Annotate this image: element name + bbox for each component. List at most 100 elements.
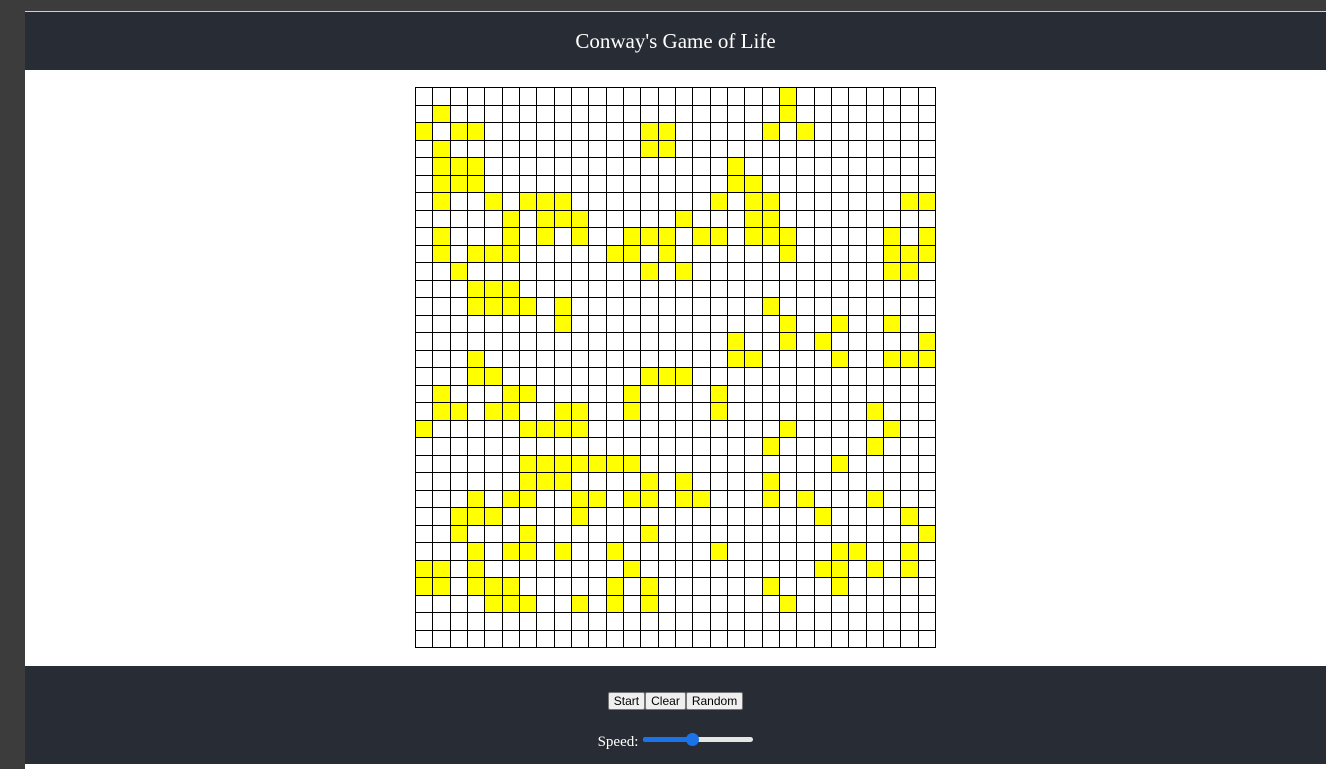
- grid-cell[interactable]: [676, 228, 694, 246]
- grid-cell[interactable]: [832, 315, 850, 333]
- grid-cell[interactable]: [814, 333, 832, 351]
- grid-cell[interactable]: [797, 280, 815, 298]
- grid-cell[interactable]: [797, 315, 815, 333]
- grid-cell[interactable]: [658, 490, 676, 508]
- grid-cell[interactable]: [762, 455, 780, 473]
- grid-cell[interactable]: [520, 333, 538, 351]
- grid-cell[interactable]: [624, 368, 642, 386]
- grid-cell[interactable]: [797, 525, 815, 543]
- grid-cell[interactable]: [537, 508, 555, 526]
- grid-cell[interactable]: [641, 455, 659, 473]
- grid-cell[interactable]: [416, 280, 434, 298]
- grid-cell[interactable]: [814, 280, 832, 298]
- grid-cell[interactable]: [433, 560, 451, 578]
- grid-cell[interactable]: [502, 473, 520, 491]
- grid-cell[interactable]: [520, 140, 538, 158]
- grid-cell[interactable]: [537, 560, 555, 578]
- grid-cell[interactable]: [641, 245, 659, 263]
- grid-cell[interactable]: [901, 140, 919, 158]
- grid-cell[interactable]: [745, 525, 763, 543]
- grid-cell[interactable]: [554, 280, 572, 298]
- grid-cell[interactable]: [450, 315, 468, 333]
- grid-cell[interactable]: [676, 315, 694, 333]
- grid-cell[interactable]: [710, 543, 728, 561]
- grid-cell[interactable]: [710, 560, 728, 578]
- grid-cell[interactable]: [884, 88, 902, 106]
- grid-cell[interactable]: [450, 613, 468, 631]
- grid-cell[interactable]: [762, 403, 780, 421]
- grid-cell[interactable]: [884, 228, 902, 246]
- grid-cell[interactable]: [780, 420, 798, 438]
- grid-cell[interactable]: [814, 105, 832, 123]
- grid-cell[interactable]: [832, 560, 850, 578]
- grid-cell[interactable]: [450, 525, 468, 543]
- grid-cell[interactable]: [416, 385, 434, 403]
- grid-cell[interactable]: [450, 473, 468, 491]
- grid-cell[interactable]: [485, 385, 503, 403]
- grid-cell[interactable]: [502, 455, 520, 473]
- grid-cell[interactable]: [502, 175, 520, 193]
- grid-cell[interactable]: [780, 560, 798, 578]
- grid-cell[interactable]: [832, 210, 850, 228]
- grid-cell[interactable]: [624, 438, 642, 456]
- grid-cell[interactable]: [641, 630, 659, 648]
- grid-cell[interactable]: [849, 123, 867, 141]
- grid-cell[interactable]: [624, 280, 642, 298]
- grid-cell[interactable]: [641, 88, 659, 106]
- grid-cell[interactable]: [710, 385, 728, 403]
- grid-cell[interactable]: [416, 490, 434, 508]
- grid-cell[interactable]: [918, 280, 936, 298]
- grid-cell[interactable]: [728, 525, 746, 543]
- grid-cell[interactable]: [814, 210, 832, 228]
- grid-cell[interactable]: [728, 333, 746, 351]
- grid-cell[interactable]: [693, 263, 711, 281]
- grid-cell[interactable]: [606, 333, 624, 351]
- grid-cell[interactable]: [520, 263, 538, 281]
- grid-cell[interactable]: [728, 385, 746, 403]
- grid-cell[interactable]: [416, 578, 434, 596]
- grid-cell[interactable]: [606, 455, 624, 473]
- grid-cell[interactable]: [537, 140, 555, 158]
- grid-cell[interactable]: [693, 280, 711, 298]
- grid-cell[interactable]: [832, 123, 850, 141]
- grid-cell[interactable]: [624, 490, 642, 508]
- grid-cell[interactable]: [658, 280, 676, 298]
- grid-cell[interactable]: [520, 438, 538, 456]
- grid-cell[interactable]: [450, 438, 468, 456]
- grid-cell[interactable]: [468, 280, 486, 298]
- grid-cell[interactable]: [658, 630, 676, 648]
- grid-cell[interactable]: [884, 315, 902, 333]
- grid-cell[interactable]: [901, 560, 919, 578]
- grid-cell[interactable]: [433, 473, 451, 491]
- grid-cell[interactable]: [606, 175, 624, 193]
- grid-cell[interactable]: [502, 315, 520, 333]
- grid-cell[interactable]: [416, 595, 434, 613]
- grid-cell[interactable]: [832, 595, 850, 613]
- grid-cell[interactable]: [416, 543, 434, 561]
- grid-cell[interactable]: [901, 508, 919, 526]
- grid-cell[interactable]: [884, 368, 902, 386]
- grid-cell[interactable]: [416, 455, 434, 473]
- grid-cell[interactable]: [450, 350, 468, 368]
- grid-cell[interactable]: [901, 193, 919, 211]
- grid-cell[interactable]: [572, 403, 590, 421]
- grid-cell[interactable]: [468, 158, 486, 176]
- grid-cell[interactable]: [606, 350, 624, 368]
- grid-cell[interactable]: [866, 630, 884, 648]
- grid-cell[interactable]: [693, 193, 711, 211]
- grid-cell[interactable]: [866, 420, 884, 438]
- grid-cell[interactable]: [485, 245, 503, 263]
- grid-cell[interactable]: [797, 105, 815, 123]
- grid-cell[interactable]: [693, 525, 711, 543]
- grid-cell[interactable]: [468, 595, 486, 613]
- grid-cell[interactable]: [520, 613, 538, 631]
- grid-cell[interactable]: [814, 228, 832, 246]
- grid-cell[interactable]: [728, 123, 746, 141]
- grid-cell[interactable]: [728, 578, 746, 596]
- grid-cell[interactable]: [537, 420, 555, 438]
- grid-cell[interactable]: [554, 525, 572, 543]
- grid-cell[interactable]: [658, 525, 676, 543]
- grid-cell[interactable]: [450, 210, 468, 228]
- grid-cell[interactable]: [884, 193, 902, 211]
- grid-cell[interactable]: [416, 613, 434, 631]
